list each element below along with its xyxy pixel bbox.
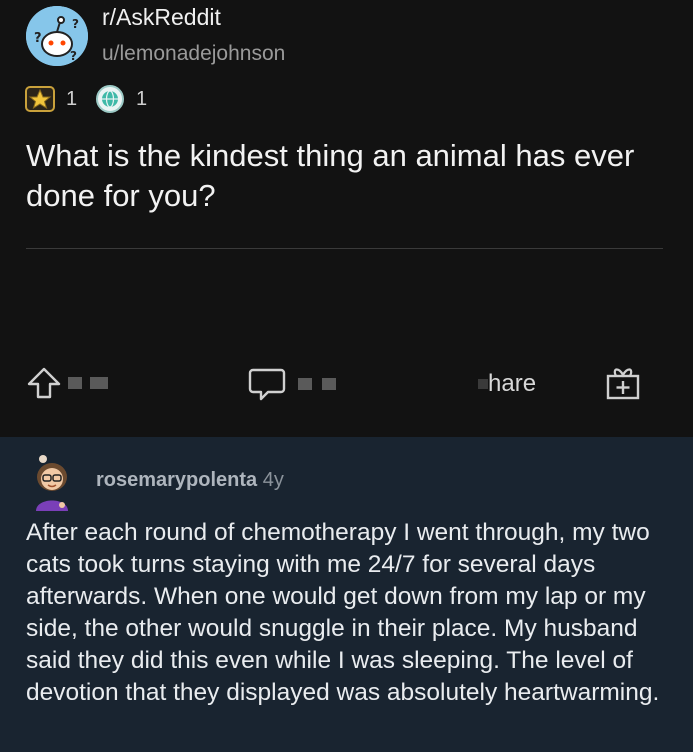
comment-meta: rosemarypolenta 4y	[96, 469, 284, 492]
award-globe-count: 1	[136, 87, 148, 110]
share-icon-partial	[478, 379, 488, 389]
subreddit-name[interactable]: r/AskReddit	[102, 4, 221, 31]
comment-count-redacted-2	[322, 378, 336, 390]
subreddit-avatar[interactable]: ? ? ?	[26, 6, 88, 66]
svg-text:?: ?	[70, 49, 77, 63]
comment-bubble-icon	[248, 368, 286, 401]
award-gold[interactable]: 1	[24, 84, 77, 114]
comment-age: 4y	[262, 469, 284, 491]
comment-avatar[interactable]	[28, 453, 76, 511]
post-action-bar: hare	[0, 360, 693, 410]
post-author[interactable]: u/lemonadejohnson	[102, 42, 285, 66]
give-award-button[interactable]	[604, 364, 642, 402]
post-card: ? ? ? r/AskReddit u/lemonadejohnson 1 1	[0, 0, 693, 437]
gift-box-icon	[606, 368, 640, 400]
vote-count-redacted	[68, 377, 82, 389]
globe-award-icon	[96, 85, 124, 113]
share-button[interactable]: hare	[478, 370, 536, 398]
user-avatar-icon	[36, 455, 68, 511]
svg-text:?: ?	[34, 31, 42, 46]
upvote-arrow-icon	[27, 367, 61, 399]
post-divider	[26, 248, 663, 249]
vote-count-redacted-2	[90, 377, 108, 389]
askreddit-snoo-icon: ? ? ?	[26, 6, 88, 66]
svg-text:?: ?	[72, 17, 79, 31]
comment-body: After each round of chemotherapy I went …	[26, 519, 660, 706]
upvote-button[interactable]	[26, 366, 108, 400]
post-title[interactable]: What is the kindest thing an animal has …	[26, 136, 666, 216]
share-label: hare	[488, 370, 537, 397]
award-gold-count: 1	[66, 87, 78, 110]
comment-card: rosemarypolenta 4y After each round of c…	[0, 437, 693, 752]
comment-count-redacted	[298, 378, 312, 390]
gold-star-award-icon	[25, 86, 55, 112]
award-globe[interactable]: 1	[94, 84, 147, 114]
comments-button[interactable]	[248, 366, 336, 402]
comment-username[interactable]: rosemarypolenta	[96, 469, 257, 491]
